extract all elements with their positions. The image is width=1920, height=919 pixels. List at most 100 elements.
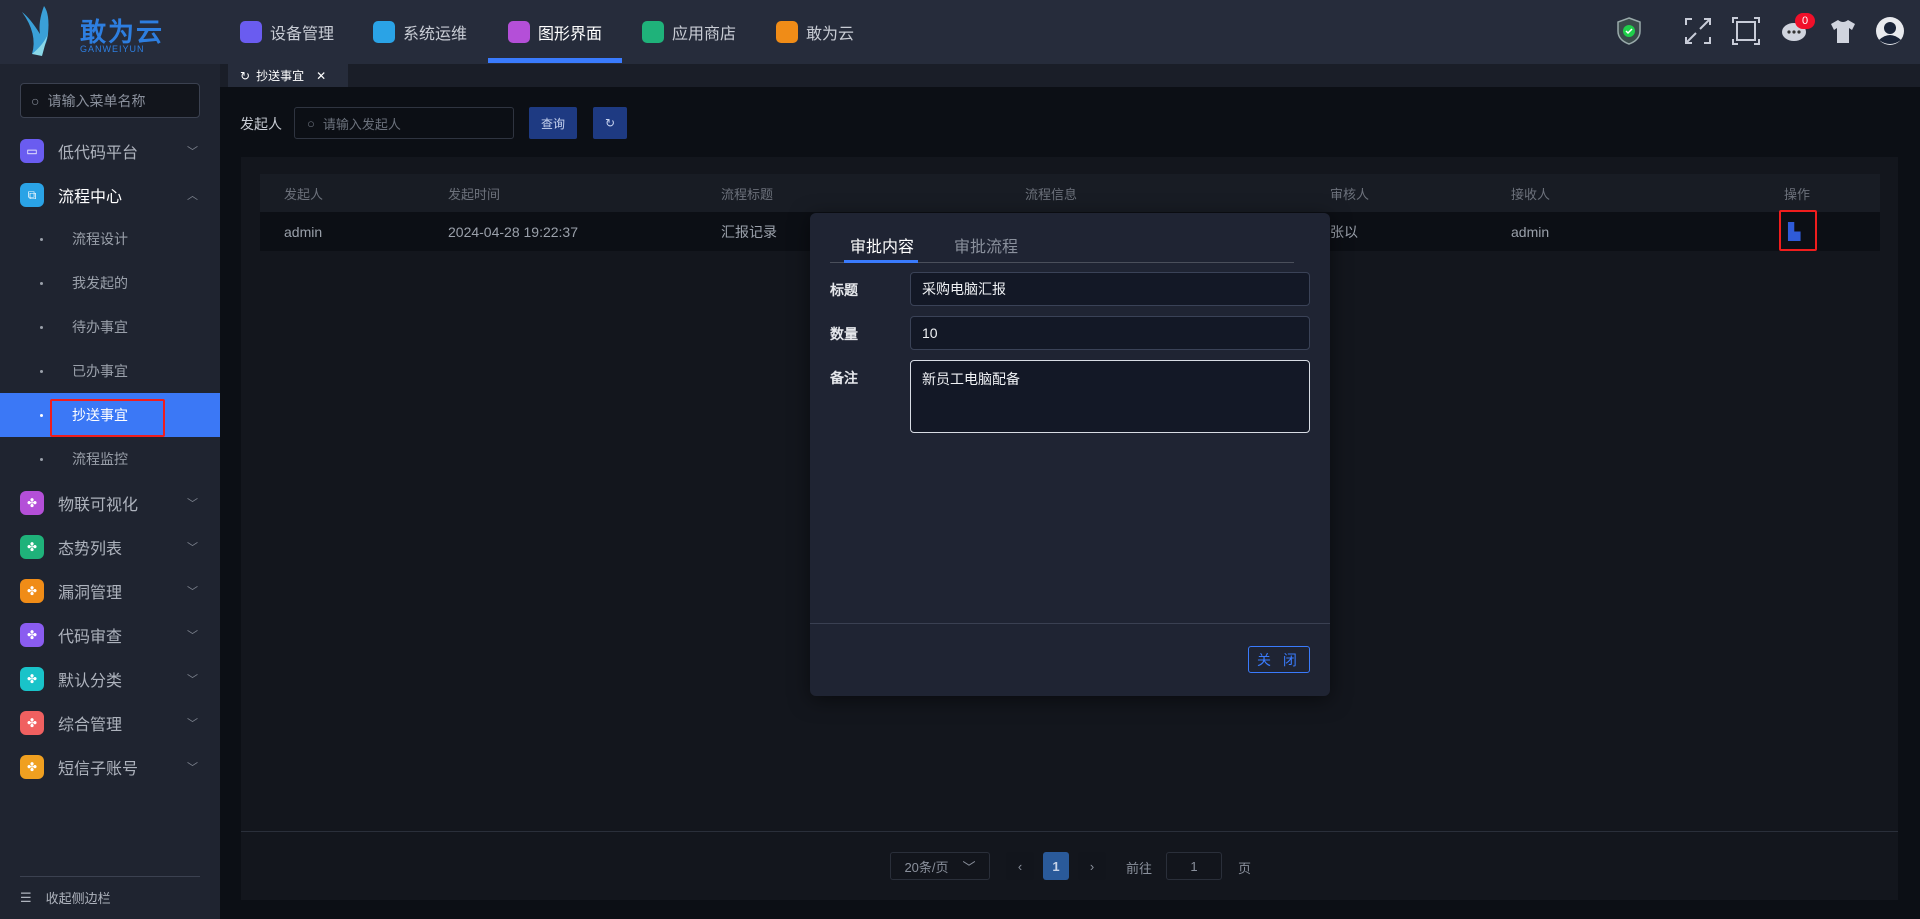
remark-label: 备注 <box>830 370 858 386</box>
iot-icon: ✤ <box>20 491 44 515</box>
menu-search-input[interactable]: ○ 请输入菜单名称 <box>20 83 200 118</box>
tab-approval-flow[interactable]: 审批流程 <box>954 233 1018 257</box>
situation-icon: ✤ <box>20 535 44 559</box>
nav-label: 敢为云 <box>806 26 855 43</box>
header-time: 发起时间 <box>448 186 501 202</box>
search-icon: ○ <box>307 115 315 131</box>
next-page-button[interactable]: › <box>1078 852 1106 880</box>
chevron-down-icon: ﹀ <box>187 542 198 554</box>
sub-label: 流程监控 <box>72 451 128 467</box>
sidebar-item-default[interactable]: ✤ 默认分类 ﹀ <box>0 657 220 701</box>
sub-label: 已办事宜 <box>72 363 128 379</box>
sidebar-item-iot[interactable]: ✤ 物联可视化 ﹀ <box>0 481 220 525</box>
sub-label: 流程设计 <box>72 231 128 247</box>
sidebar-sub-done[interactable]: 已办事宜 <box>0 349 220 393</box>
search-placeholder: 请输入菜单名称 <box>47 92 146 109</box>
prev-page-button[interactable]: ‹ <box>1006 852 1034 880</box>
title-field[interactable]: 采购电脑汇报 <box>910 272 1310 306</box>
cell-time: 2024-04-28 19:22:37 <box>448 223 578 240</box>
approval-dialog: 审批内容 审批流程 标题 采购电脑汇报 数量 10 备注 新员工电脑配备 关 闭 <box>810 213 1330 696</box>
device-icon <box>240 21 262 43</box>
nav-ops[interactable]: 系统运维 <box>373 0 467 64</box>
sub-label: 待办事宜 <box>72 319 128 335</box>
header-receiver: 接收人 <box>1511 186 1551 202</box>
menu-label: 低代码平台 <box>58 145 139 162</box>
sidebar-item-situation[interactable]: ✤ 态势列表 ﹀ <box>0 525 220 569</box>
tab-label: 抄送事宜 <box>256 69 305 83</box>
collapse-sidebar-button[interactable]: ☰ 收起侧边栏 <box>20 888 111 907</box>
initiator-label: 发起人 <box>240 116 282 132</box>
tab-cc[interactable]: ↻ 抄送事宜 ✕ <box>228 64 348 87</box>
sidebar-sub-design[interactable]: 流程设计 <box>0 217 220 261</box>
chevron-down-icon: ﹀ <box>187 146 198 158</box>
header-initiator: 发起人 <box>284 186 324 202</box>
top-header: 敢为云 GANWEIYUN 设备管理 系统运维 图形界面 应用商店 敢为云 0 <box>0 0 1920 64</box>
lowcode-icon: ▭ <box>20 139 44 163</box>
nav-devices[interactable]: 设备管理 <box>240 0 334 64</box>
nav-label: 系统运维 <box>403 26 468 43</box>
search-icon: ○ <box>31 92 40 109</box>
bullet-icon <box>40 457 43 461</box>
tab-approval-content[interactable]: 审批内容 <box>850 233 914 257</box>
page-1-button[interactable]: 1 <box>1043 852 1069 880</box>
tab-bar <box>220 64 1920 87</box>
footer-divider <box>810 623 1330 624</box>
avatar-icon[interactable] <box>1875 16 1905 46</box>
menu-label: 综合管理 <box>58 717 123 734</box>
sms-icon: ✤ <box>20 755 44 779</box>
fullscreen-icon[interactable] <box>1683 16 1713 46</box>
shirt-icon[interactable] <box>1828 16 1858 46</box>
table-header: 发起人 发起时间 流程标题 流程信息 审核人 接收人 操作 <box>260 174 1880 212</box>
close-button[interactable]: 关 闭 <box>1248 646 1310 673</box>
sidebar-item-general[interactable]: ✤ 综合管理 ﹀ <box>0 701 220 745</box>
refresh-icon: ↻ <box>240 68 251 83</box>
code-icon: ✤ <box>20 623 44 647</box>
sidebar-sub-monitor[interactable]: 流程监控 <box>0 437 220 481</box>
bullet-icon <box>40 369 43 373</box>
vuln-icon: ✤ <box>20 579 44 603</box>
sidebar-item-vuln[interactable]: ✤ 漏洞管理 ﹀ <box>0 569 220 613</box>
sidebar-item-codereview[interactable]: ✤ 代码审查 ﹀ <box>0 613 220 657</box>
remark-textarea[interactable]: 新员工电脑配备 <box>910 360 1310 433</box>
quantity-field[interactable]: 10 <box>910 316 1310 350</box>
nav-label: 应用商店 <box>672 26 737 43</box>
highlight-box <box>1779 210 1817 251</box>
initiator-input[interactable]: ○ 请输入发起人 <box>294 107 514 139</box>
nav-store[interactable]: 应用商店 <box>642 0 736 64</box>
nav-ganweiyun[interactable]: 敢为云 <box>776 0 854 64</box>
cell-reviewer: 张以 <box>1330 223 1358 240</box>
notification-badge: 0 <box>1795 13 1815 29</box>
nav-graphics[interactable]: 图形界面 <box>508 0 602 64</box>
refresh-button[interactable]: ↻ <box>593 107 627 139</box>
bullet-icon <box>40 281 43 285</box>
sidebar-item-process[interactable]: ⧉ 流程中心 ︿ <box>0 173 220 217</box>
chevron-left-icon: ‹ <box>1017 858 1023 874</box>
cell-title: 汇报记录 <box>721 223 777 240</box>
category-icon: ✤ <box>20 667 44 691</box>
query-button[interactable]: 查询 <box>529 107 577 139</box>
store-icon <box>642 21 664 43</box>
sidebar-sub-initiated[interactable]: 我发起的 <box>0 261 220 305</box>
menu-label: 代码审查 <box>58 629 123 646</box>
header-info: 流程信息 <box>1025 186 1078 202</box>
menu-label: 物联可视化 <box>58 497 139 514</box>
goto-page-input[interactable]: 1 <box>1166 852 1222 880</box>
shield-icon[interactable] <box>1614 16 1644 46</box>
sidebar-divider <box>20 876 200 877</box>
cloud-app-icon <box>776 21 798 43</box>
header-reviewer: 审核人 <box>1330 186 1370 202</box>
menu-label: 漏洞管理 <box>58 585 123 602</box>
collapse-icon: ☰ <box>20 889 32 905</box>
frame-icon[interactable] <box>1731 16 1761 46</box>
goto-label: 前往 <box>1126 861 1153 876</box>
chevron-down-icon: ﹀ <box>187 630 198 642</box>
page-size-select[interactable]: 20条/页 ﹀ <box>890 852 990 880</box>
close-icon[interactable]: ✕ <box>316 69 326 83</box>
sidebar-item-lowcode[interactable]: ▭ 低代码平台 ﹀ <box>0 129 220 173</box>
menu-label: 态势列表 <box>58 541 123 558</box>
chevron-down-icon: ﹀ <box>187 674 198 686</box>
sidebar-sub-todo[interactable]: 待办事宜 <box>0 305 220 349</box>
header-action: 操作 <box>1784 186 1811 202</box>
cell-receiver: admin <box>1511 223 1550 240</box>
sidebar-item-sms[interactable]: ✤ 短信子账号 ﹀ <box>0 745 220 789</box>
